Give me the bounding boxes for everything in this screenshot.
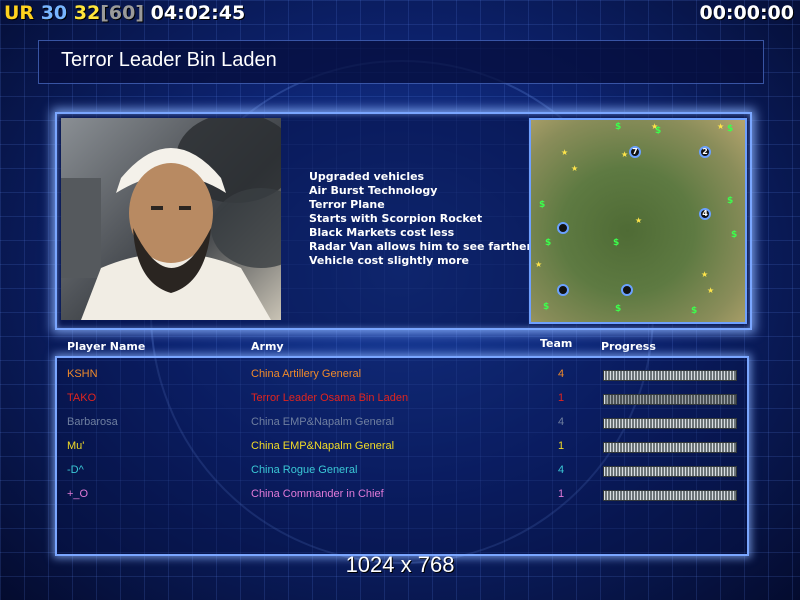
- general-info-panel: Upgraded vehicles Air Burst Technology T…: [55, 112, 752, 330]
- start-position-marker: [557, 222, 569, 234]
- progress-bar: [603, 442, 737, 453]
- player-army: China Commander in Chief: [251, 488, 384, 500]
- star-icon: ★: [535, 260, 543, 269]
- star-icon: ★: [571, 164, 579, 173]
- start-position-marker: 4: [699, 208, 711, 220]
- hud-ur-label: UR: [4, 2, 35, 24]
- supply-icon: $: [539, 200, 546, 210]
- player-row: TAKO Terror Leader Osama Bin Laden 1: [57, 388, 747, 410]
- bonus-item: Upgraded vehicles: [309, 170, 425, 183]
- hud-timer: 00:00:00: [699, 2, 794, 24]
- supply-icon: $: [615, 122, 622, 132]
- progress-fill: [604, 395, 607, 404]
- hud-value-1: 30: [40, 2, 68, 24]
- player-row: +_O China Commander in Chief 1: [57, 484, 747, 506]
- general-header: Terror Leader Bin Laden: [38, 40, 764, 84]
- star-icon: ★: [635, 216, 643, 225]
- player-name: TAKO: [67, 392, 97, 404]
- start-position-marker: 2: [699, 146, 711, 158]
- progress-fill: [604, 491, 736, 500]
- supply-icon: $: [691, 306, 698, 316]
- column-header-army: Army: [251, 340, 284, 353]
- bonus-item: Black Markets cost less: [309, 226, 455, 239]
- player-team: 4: [558, 416, 565, 428]
- bonus-item: Air Burst Technology: [309, 184, 438, 197]
- supply-icon: $: [543, 302, 550, 312]
- player-army: China Rogue General: [251, 464, 358, 476]
- hud-value-2: 32: [73, 2, 101, 24]
- player-row: KSHN China Artillery General 4: [57, 364, 747, 386]
- start-position-marker: 7: [629, 146, 641, 158]
- progress-bar: [603, 394, 737, 405]
- player-name: -D^: [67, 464, 84, 476]
- star-icon: ★: [707, 286, 715, 295]
- general-portrait: [61, 118, 281, 320]
- start-position-marker: [621, 284, 633, 296]
- bonus-list: Upgraded vehicles Air Burst Technology T…: [309, 170, 532, 268]
- player-team: 4: [558, 464, 565, 476]
- player-team: 4: [558, 368, 565, 380]
- supply-icon: $: [727, 124, 734, 134]
- column-header-player: Player Name: [67, 340, 146, 353]
- page-title: Terror Leader Bin Laden: [61, 49, 277, 71]
- column-header-team: Team: [540, 337, 573, 350]
- player-name: +_O: [67, 488, 89, 500]
- player-army: China Artillery General: [251, 368, 362, 380]
- player-row: -D^ China Rogue General 4: [57, 460, 747, 482]
- bonus-item: Vehicle cost slightly more: [309, 254, 469, 267]
- player-name: KSHN: [67, 368, 98, 380]
- hud-clock: 04:02:45: [150, 2, 246, 24]
- progress-bar: [603, 466, 737, 477]
- progress-fill: [604, 443, 736, 452]
- start-position-marker: [557, 284, 569, 296]
- supply-icon: $: [613, 238, 620, 248]
- star-icon: ★: [621, 150, 629, 159]
- progress-fill: [604, 419, 736, 428]
- star-icon: ★: [651, 122, 659, 131]
- column-header-progress: Progress: [601, 340, 656, 353]
- star-icon: ★: [701, 270, 709, 279]
- player-row: Mu' China EMP&Napalm General 1: [57, 436, 747, 458]
- bonus-item: Terror Plane: [309, 198, 385, 211]
- player-army: China EMP&Napalm General: [251, 416, 395, 428]
- resolution-label: 1024 x 768: [345, 552, 455, 577]
- player-name: Mu': [67, 440, 85, 452]
- hud-bracket-value: [60]: [100, 2, 145, 24]
- bonus-item: Starts with Scorpion Rocket: [309, 212, 483, 225]
- progress-bar: [603, 418, 737, 429]
- supply-icon: $: [545, 238, 552, 248]
- supply-icon: $: [615, 304, 622, 314]
- progress-fill: [604, 467, 736, 476]
- map-preview: $ $ $ $ $ $ $ $ $ $ $ ★ ★ ★ ★ ★ ★ ★ ★ ★ …: [529, 118, 747, 324]
- progress-bar: [603, 370, 737, 381]
- hud-stats: UR 30 32[60] 04:02:45: [4, 0, 245, 26]
- player-row: Barbarosa China EMP&Napalm General 4: [57, 412, 747, 434]
- bonus-item: Radar Van allows him to see farther: [309, 240, 532, 253]
- supply-icon: $: [727, 196, 734, 206]
- portrait-image: [61, 118, 281, 320]
- player-name: Barbarosa: [67, 416, 118, 428]
- star-icon: ★: [717, 122, 725, 131]
- supply-icon: $: [731, 230, 738, 240]
- player-team: 1: [558, 488, 565, 500]
- player-team: 1: [558, 440, 565, 452]
- star-icon: ★: [561, 148, 569, 157]
- player-list: KSHN China Artillery General 4 TAKO Terror L…: [55, 356, 749, 556]
- player-team: 1: [558, 392, 565, 404]
- player-army: China EMP&Napalm General: [251, 440, 395, 452]
- progress-bar: [603, 490, 737, 501]
- player-army: Terror Leader Osama Bin Laden: [251, 392, 409, 404]
- progress-fill: [604, 371, 736, 380]
